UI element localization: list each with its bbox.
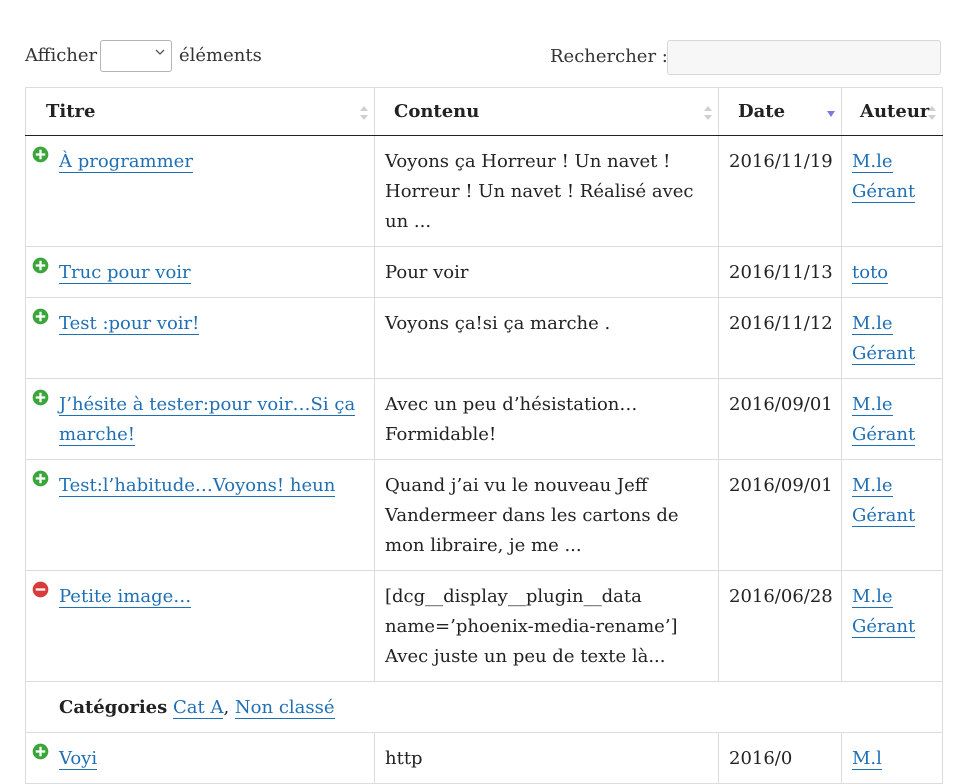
post-excerpt: Quand j’ai vu le nouveau Jeff Vandermeer…	[385, 475, 679, 556]
post-title-link[interactable]: J’hésite à tester:pour voir…Si ça marche…	[59, 394, 356, 446]
post-excerpt: http	[385, 748, 423, 769]
table-row: Voyi http 2016/0 M.l	[25, 732, 943, 784]
cell-author: M.l	[841, 732, 943, 784]
cell-date: 2016/09/01	[718, 459, 842, 571]
cell-title: Test :pour voir!	[25, 297, 375, 379]
expand-row-icon[interactable]	[31, 307, 50, 326]
post-title-link[interactable]: Voyi	[59, 748, 98, 770]
author-link[interactable]: M.le Gérant	[852, 151, 916, 203]
table-row: J’hésite à tester:pour voir…Si ça marche…	[25, 378, 943, 460]
table-row: Test :pour voir! Voyons ça!si ça marche …	[25, 297, 943, 379]
page-length-select[interactable]	[100, 40, 172, 72]
category-link-cat-a[interactable]: Cat A	[173, 697, 224, 719]
entries-label: éléments	[179, 45, 262, 66]
cell-content: Pour voir	[374, 246, 719, 298]
posts-table: Titre Contenu Date Auteur À programmer V…	[25, 87, 943, 784]
search-input[interactable]	[667, 40, 941, 75]
post-excerpt: Avec un peu d’hésistation…Formidable!	[385, 394, 638, 445]
sort-arrows-icon	[928, 106, 936, 120]
post-date: 2016/11/12	[729, 313, 833, 334]
table-controls: Afficher éléments Rechercher :	[0, 0, 971, 87]
show-label: Afficher	[25, 45, 98, 66]
cell-title: Truc pour voir	[25, 246, 375, 298]
cell-date: 2016/09/01	[718, 378, 842, 460]
sort-desc-icon	[827, 111, 835, 117]
table-row: Truc pour voir Pour voir 2016/11/13 toto	[25, 246, 943, 298]
table-row: À programmer Voyons ça Horreur ! Un nave…	[25, 135, 943, 247]
table-row: Petite image… [dcg__display__plugin__dat…	[25, 570, 943, 682]
author-link[interactable]: M.le Gérant	[852, 313, 916, 365]
post-excerpt: Voyons ça!si ça marche .	[385, 313, 611, 334]
post-date: 2016/06/28	[729, 586, 833, 607]
post-date: 2016/11/13	[729, 262, 833, 283]
column-header-label: Auteur	[860, 101, 930, 122]
sort-arrows-icon	[704, 106, 712, 120]
author-link[interactable]: M.le Gérant	[852, 586, 916, 638]
cell-title: Test:l’habitude…Voyons! heun	[25, 459, 375, 571]
cell-title: J’hésite à tester:pour voir…Si ça marche…	[25, 378, 375, 460]
cell-content: Avec un peu d’hésistation…Formidable!	[374, 378, 719, 460]
cell-content: Voyons ça Horreur ! Un navet ! Horreur !…	[374, 135, 719, 247]
cell-date: 2016/11/13	[718, 246, 842, 298]
cell-title: Petite image…	[25, 570, 375, 682]
child-details-row: Catégories Cat A, Non classé	[25, 681, 943, 733]
expand-row-icon[interactable]	[31, 469, 50, 488]
cell-author: toto	[841, 246, 943, 298]
categories-label: Catégories	[59, 697, 168, 718]
cell-content: http	[374, 732, 719, 784]
post-title-link[interactable]: Test :pour voir!	[59, 313, 200, 335]
column-header-title[interactable]: Titre	[25, 87, 375, 136]
author-link[interactable]: M.le Gérant	[852, 475, 916, 527]
cell-author: M.le Gérant	[841, 135, 943, 247]
post-date: 2016/0	[729, 748, 793, 769]
cell-title: Voyi	[25, 732, 375, 784]
column-header-author[interactable]: Auteur	[841, 87, 943, 136]
cell-content: Quand j’ai vu le nouveau Jeff Vandermeer…	[374, 459, 719, 571]
table-row: Test:l’habitude…Voyons! heun Quand j’ai …	[25, 459, 943, 571]
cell-content: [dcg__display__plugin__data name=’phoeni…	[374, 570, 719, 682]
cell-content: Voyons ça!si ça marche .	[374, 297, 719, 379]
post-excerpt: Pour voir	[385, 262, 469, 283]
categories-cell: Catégories Cat A, Non classé	[25, 681, 943, 733]
collapse-row-icon[interactable]	[31, 580, 50, 599]
post-title-link[interactable]: Petite image…	[59, 586, 192, 608]
search-label: Rechercher :	[550, 46, 668, 67]
post-excerpt: [dcg__display__plugin__data name=’phoeni…	[385, 586, 678, 667]
expand-row-icon[interactable]	[31, 742, 50, 761]
post-date: 2016/09/01	[729, 475, 833, 496]
cell-author: M.le Gérant	[841, 570, 943, 682]
category-link-non-classe[interactable]: Non classé	[234, 697, 335, 719]
author-link[interactable]: M.l	[852, 748, 882, 770]
post-title-link[interactable]: À programmer	[59, 151, 193, 173]
cell-author: M.le Gérant	[841, 297, 943, 379]
expand-row-icon[interactable]	[31, 145, 50, 164]
post-title-link[interactable]: Truc pour voir	[59, 262, 191, 284]
cell-date: 2016/0	[718, 732, 842, 784]
expand-row-icon[interactable]	[31, 388, 50, 407]
cell-date: 2016/11/12	[718, 297, 842, 379]
cell-date: 2016/11/19	[718, 135, 842, 247]
post-excerpt: Voyons ça Horreur ! Un navet ! Horreur !…	[385, 151, 694, 232]
post-title-link[interactable]: Test:l’habitude…Voyons! heun	[59, 475, 336, 497]
column-header-content[interactable]: Contenu	[374, 87, 719, 136]
author-link[interactable]: M.le Gérant	[852, 394, 916, 446]
column-header-label: Contenu	[394, 101, 480, 122]
post-date: 2016/09/01	[729, 394, 833, 415]
table-header-row: Titre Contenu Date Auteur	[25, 87, 943, 136]
cell-author: M.le Gérant	[841, 378, 943, 460]
column-header-label: Titre	[46, 101, 96, 122]
post-date: 2016/11/19	[729, 151, 833, 172]
column-header-label: Date	[738, 101, 786, 122]
sort-arrows-icon	[360, 106, 368, 120]
author-link[interactable]: toto	[852, 262, 889, 284]
cell-date: 2016/06/28	[718, 570, 842, 682]
column-header-date[interactable]: Date	[718, 87, 842, 136]
chevron-down-icon	[155, 49, 165, 55]
category-separator: ,	[223, 697, 235, 718]
expand-row-icon[interactable]	[31, 256, 50, 275]
cell-title: À programmer	[25, 135, 375, 247]
cell-author: M.le Gérant	[841, 459, 943, 571]
